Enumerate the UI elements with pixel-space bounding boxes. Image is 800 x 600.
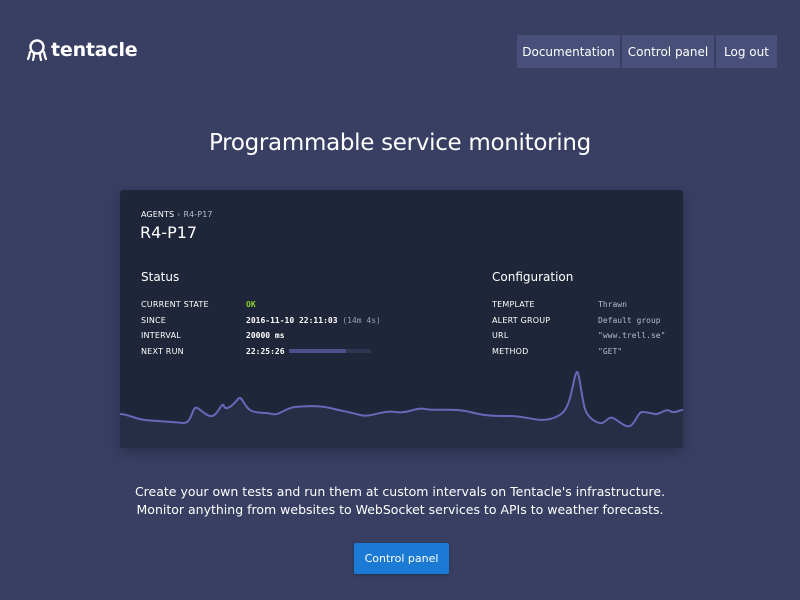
since-duration: (14m 4s) (342, 315, 381, 325)
config-row-template: TEMPLATE Thrawn (492, 297, 627, 313)
next-run-label: NEXT RUN (141, 346, 184, 356)
status-list: CURRENT STATE OK SINCE 2016-11-10 22:11:… (141, 297, 381, 360)
status-row-next-run: NEXT RUN 22:25:26 (141, 344, 371, 360)
config-row-method: METHOD "GET" (492, 344, 622, 360)
since-label: SINCE (141, 315, 167, 325)
url-label: URL (492, 331, 509, 341)
config-row-url: URL "www.trell.se" (492, 328, 665, 344)
status-section-title: Status (141, 270, 180, 284)
hero-subtext: Create your own tests and run them at cu… (0, 483, 800, 519)
agent-preview-card: AGENTS › R4-P17 R4-P17 Status Configuratio… (120, 190, 683, 448)
brand-name: tentacle (51, 39, 138, 61)
breadcrumb-agents-link[interactable]: AGENTS (141, 210, 174, 219)
top-nav: Documentation Control panel Log out (517, 35, 777, 68)
hero-headline: Programmable service monitoring (209, 130, 591, 156)
status-row-since: SINCE 2016-11-10 22:11:03 (14m 4s) (141, 313, 381, 329)
brand-logo[interactable]: tentacle (27, 39, 138, 61)
current-state-label: CURRENT STATE (141, 300, 209, 310)
interval-value: 20000 ms (246, 331, 285, 341)
template-value: Thrawn (598, 300, 627, 310)
nav-control-panel-link[interactable]: Control panel (622, 35, 714, 68)
alert-group-label: ALERT GROUP (492, 315, 551, 325)
nav-documentation-link[interactable]: Documentation (517, 35, 620, 68)
method-value: "GET" (598, 346, 623, 356)
nav-log-out-link[interactable]: Log out (716, 35, 777, 68)
hero-subtext-line-2: Monitor anything from websites to WebSoc… (136, 502, 664, 517)
breadcrumb-current: R4-P17 (183, 210, 213, 219)
method-label: METHOD (492, 346, 529, 356)
graph-area (120, 371, 683, 448)
since-value-wrap: 2016-11-10 22:11:03 (14m 4s) (246, 316, 381, 325)
next-run-progress-bar (289, 348, 371, 353)
interval-label: INTERVAL (141, 331, 181, 341)
hero-subtext-line-1: Create your own tests and run them at cu… (134, 484, 666, 499)
since-value: 2016-11-10 22:11:03 (246, 315, 338, 325)
next-run-value: 22:25:26 (246, 346, 285, 356)
breadcrumb-separator: › (177, 210, 181, 219)
tentacle-logo-icon (27, 39, 47, 61)
url-value: "www.trell.se" (598, 331, 666, 341)
alert-group-value: Default group (598, 315, 661, 325)
next-run-progress-fill (289, 348, 347, 353)
configuration-section-title: Configuration (492, 270, 574, 284)
breadcrumb: AGENTS › R4-P17 (141, 210, 213, 219)
configuration-list: TEMPLATE Thrawn ALERT GROUP Default grou… (492, 297, 665, 360)
control-panel-cta-button[interactable]: Control panel (354, 543, 449, 574)
agent-title: R4-P17 (140, 223, 198, 242)
status-row-interval: INTERVAL 20000 ms (141, 328, 285, 344)
status-row-current-state: CURRENT STATE OK (141, 297, 256, 313)
template-label: TEMPLATE (492, 300, 535, 310)
config-row-alert-group: ALERT GROUP Default group (492, 313, 661, 329)
current-state-value: OK (246, 300, 256, 310)
